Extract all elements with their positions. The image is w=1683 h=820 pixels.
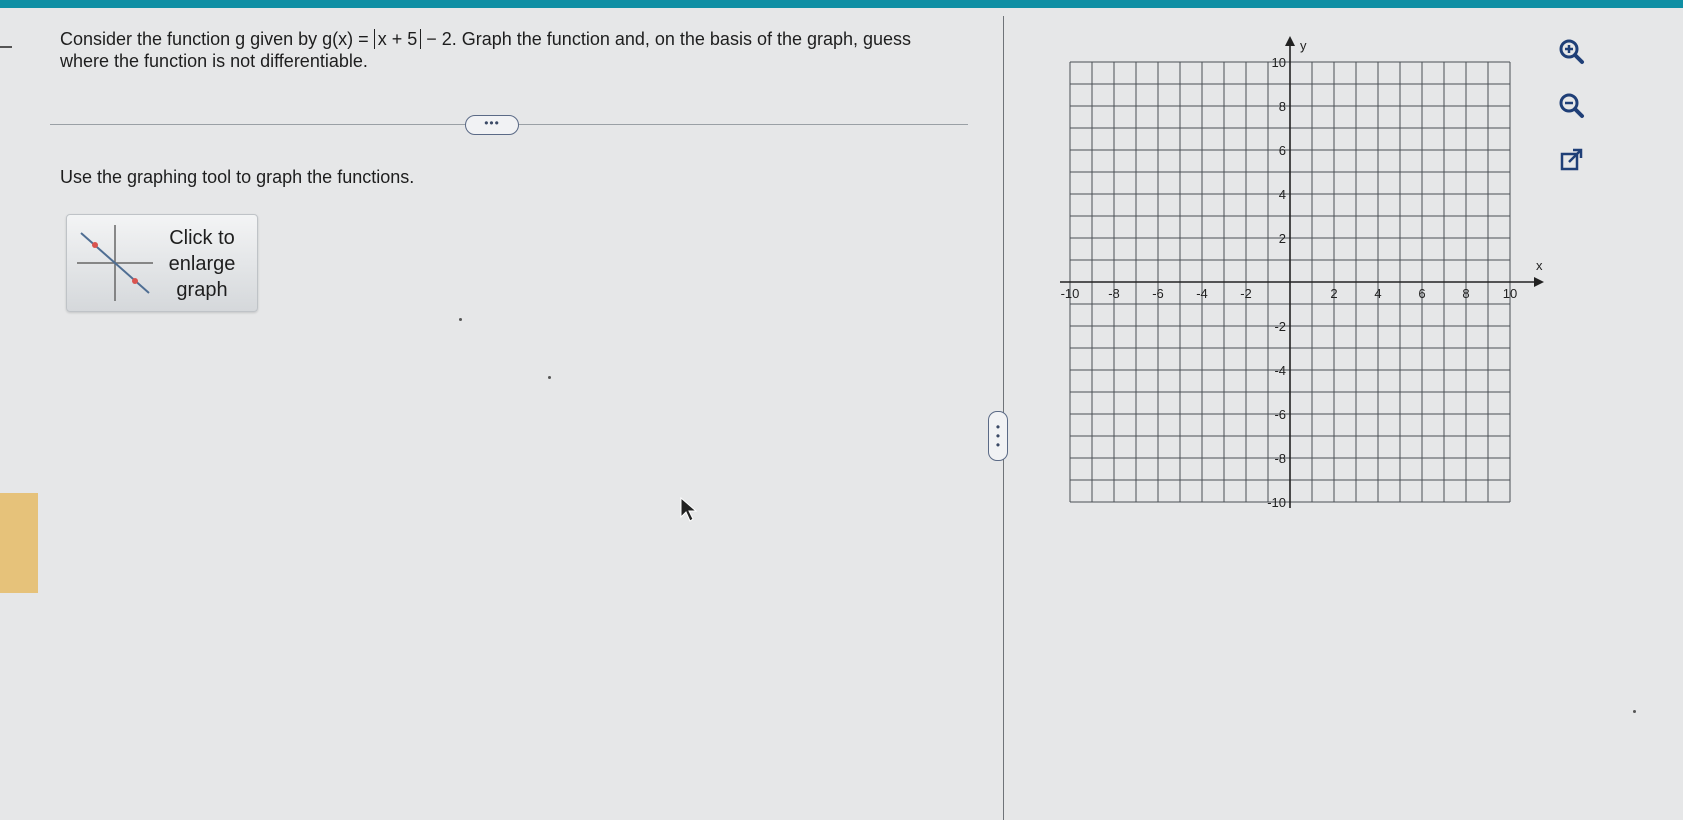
y-tick-label: 2 (1279, 231, 1286, 246)
enlarge-graph-button[interactable]: Click to enlarge graph (66, 214, 258, 312)
x-tick-label: -2 (1240, 286, 1252, 301)
y-tick-label: -10 (1267, 495, 1286, 510)
pane-resize-handle[interactable]: • • • (988, 411, 1008, 461)
left-accent-strip (0, 493, 38, 593)
x-axis-label: x (1536, 258, 1543, 273)
enlarge-graph-label: Click to enlarge graph (168, 227, 236, 301)
screen-speck (1633, 710, 1636, 713)
x-tick-label: -4 (1196, 286, 1208, 301)
screen-speck (459, 318, 462, 321)
x-tick-label: -6 (1152, 286, 1164, 301)
graph-thumbnail-icon (77, 225, 153, 301)
coordinate-grid[interactable]: -10 -8 -6 -4 -2 2 4 6 8 10 10 8 6 4 2 -2 -4 -6 -8 -10 x y (1058, 36, 1558, 516)
y-axis-label: y (1300, 38, 1307, 53)
zoom-in-icon[interactable] (1556, 36, 1586, 66)
x-tick-label: 2 (1330, 286, 1337, 301)
x-tick-label: 6 (1418, 286, 1425, 301)
instruction-text: Use the graphing tool to graph the funct… (60, 167, 415, 187)
x-tick-label: -10 (1061, 286, 1080, 301)
top-bar (0, 0, 1683, 8)
expand-button[interactable]: ••• (465, 115, 519, 135)
abs-expression: x + 5 (373, 29, 422, 49)
x-axis-arrow-icon (1534, 277, 1544, 287)
y-tick-label: 8 (1279, 99, 1286, 114)
x-tick-label: -8 (1108, 286, 1120, 301)
screen-speck (548, 376, 551, 379)
y-tick-label: 6 (1279, 143, 1286, 158)
external-link-icon[interactable] (1556, 145, 1586, 175)
y-tick-label: 10 (1272, 55, 1286, 70)
question-intro: Consider the function g given by g(x) = (60, 29, 374, 49)
zoom-out-icon[interactable] (1556, 90, 1586, 120)
question-text: Consider the function g given by g(x) = … (60, 28, 940, 72)
y-tick-label: 4 (1279, 187, 1286, 202)
x-tick-label: 8 (1462, 286, 1469, 301)
y-tick-label: -8 (1274, 451, 1286, 466)
axes (1060, 36, 1544, 508)
x-tick-label: 10 (1503, 286, 1517, 301)
y-tick-label: -6 (1274, 407, 1286, 422)
y-tick-label: -2 (1274, 319, 1286, 334)
y-axis-arrow-icon (1285, 36, 1295, 46)
y-tick-label: -4 (1274, 363, 1286, 378)
left-edge-marker (0, 46, 12, 48)
x-tick-label: 4 (1374, 286, 1381, 301)
mouse-cursor-icon (680, 497, 698, 522)
